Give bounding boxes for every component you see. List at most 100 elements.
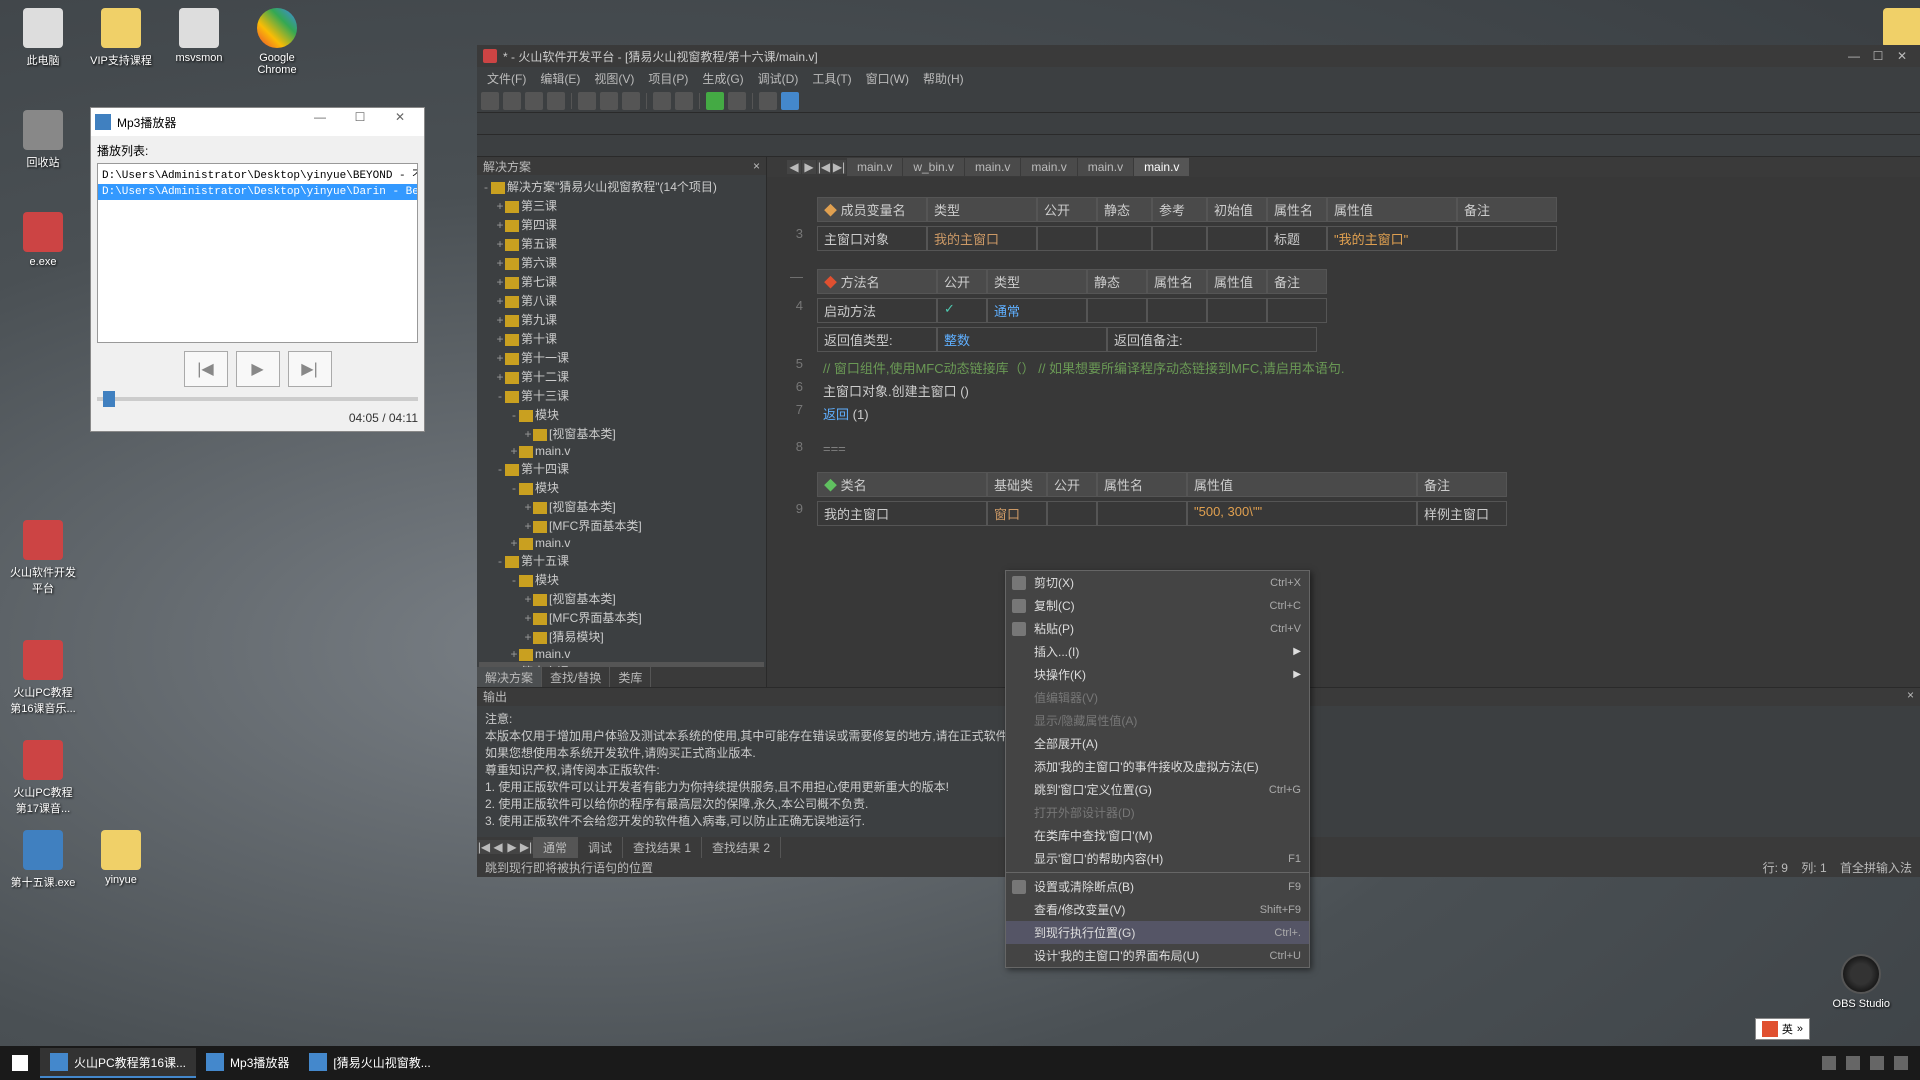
tree-item[interactable]: +[视窗基本类]	[479, 497, 764, 516]
open-file-icon[interactable]	[503, 92, 521, 110]
menu-item[interactable]: 视图(V)	[588, 68, 640, 89]
playlist-item[interactable]: D:\Users\Administrator\Desktop\yinyue\BE…	[98, 164, 417, 184]
slider-thumb[interactable]	[103, 391, 115, 407]
tree-item[interactable]: -模块	[479, 405, 764, 424]
build-icon[interactable]	[728, 92, 746, 110]
tab-nav-last[interactable]: ▶|	[832, 160, 846, 174]
editor-tab[interactable]: main.v	[1134, 158, 1189, 176]
output-tab-find2[interactable]: 查找结果 2	[702, 837, 781, 858]
copy-icon[interactable]	[600, 92, 618, 110]
context-menu-item[interactable]: 插入...(I)▶	[1006, 640, 1309, 663]
tree-item[interactable]: +第十一课	[479, 348, 764, 367]
taskbar-item[interactable]: 火山PC教程第16课...	[40, 1048, 196, 1078]
context-menu-item[interactable]: 查看/修改变量(V)Shift+F9	[1006, 898, 1309, 921]
tab-nav-first[interactable]: |◀	[817, 160, 831, 174]
output-close-icon[interactable]: ×	[1907, 688, 1914, 706]
desktop-icon[interactable]: e.exe	[8, 212, 78, 268]
redo-icon[interactable]	[675, 92, 693, 110]
tree-item[interactable]: +第四课	[479, 215, 764, 234]
taskbar-item[interactable]: [猜易火山视窗教...	[299, 1048, 440, 1078]
menu-item[interactable]: 项目(P)	[642, 68, 694, 89]
context-menu-item[interactable]: 添加'我的主窗口'的事件接收及虚拟方法(E)	[1006, 755, 1309, 778]
tree-item[interactable]: +[视窗基本类]	[479, 589, 764, 608]
tree-item[interactable]: +main.v	[479, 535, 764, 551]
tree-item[interactable]: +第九课	[479, 310, 764, 329]
editor-tab[interactable]: main.v	[1021, 158, 1076, 176]
tab-class-library[interactable]: 类库	[610, 667, 651, 687]
next-button[interactable]: ▶|	[288, 351, 332, 387]
maximize-button[interactable]: ☐	[340, 110, 380, 134]
start-button[interactable]	[0, 1046, 40, 1080]
output-tab-normal[interactable]: 通常	[533, 837, 578, 858]
editor-tab[interactable]: main.v	[965, 158, 1020, 176]
tree-item[interactable]: +[MFC界面基本类]	[479, 608, 764, 627]
tree-item[interactable]: +[猜易模块]	[479, 627, 764, 646]
context-menu-item[interactable]: 粘贴(P)Ctrl+V	[1006, 617, 1309, 640]
minimize-button[interactable]: —	[300, 110, 340, 134]
tree-item[interactable]: -模块	[479, 478, 764, 497]
tab-nav-right[interactable]: ▶	[802, 160, 816, 174]
menu-item[interactable]: 窗口(W)	[860, 68, 915, 89]
menu-item[interactable]: 生成(G)	[696, 68, 749, 89]
tree-item[interactable]: +main.v	[479, 443, 764, 459]
context-menu-item[interactable]: 复制(C)Ctrl+C	[1006, 594, 1309, 617]
desktop-icon[interactable]: yinyue	[86, 830, 156, 886]
menu-item[interactable]: 编辑(E)	[534, 68, 586, 89]
context-menu-item[interactable]: 全部展开(A)	[1006, 732, 1309, 755]
playlist-item-selected[interactable]: D:\Users\Administrator\Desktop\yinyue\Da…	[98, 184, 417, 200]
prev-button[interactable]: |◀	[184, 351, 228, 387]
desktop-icon[interactable]: 回收站	[8, 110, 78, 170]
undo-icon[interactable]	[653, 92, 671, 110]
out-nav[interactable]: |◀	[477, 840, 491, 854]
menu-item[interactable]: 文件(F)	[481, 68, 532, 89]
output-tab-debug[interactable]: 调试	[578, 837, 623, 858]
close-button[interactable]: ✕	[380, 110, 420, 134]
paste-icon[interactable]	[622, 92, 640, 110]
help-icon[interactable]	[781, 92, 799, 110]
tree-item[interactable]: -第十五课	[479, 551, 764, 570]
desktop-icon[interactable]: 此电脑	[8, 8, 78, 68]
output-tab-find1[interactable]: 查找结果 1	[623, 837, 702, 858]
context-menu-item[interactable]: 在类库中查找'窗口'(M)	[1006, 824, 1309, 847]
desktop-icon[interactable]: VIP支持课程	[86, 8, 156, 68]
tree-item[interactable]: -第十四课	[479, 459, 764, 478]
tree-item[interactable]: -第十三课	[479, 386, 764, 405]
tree-item[interactable]: +[视窗基本类]	[479, 424, 764, 443]
run-icon[interactable]	[706, 92, 724, 110]
cut-icon[interactable]	[578, 92, 596, 110]
desktop-icon[interactable]: 火山PC教程第17课音...	[8, 740, 78, 816]
tree-item[interactable]: +第八课	[479, 291, 764, 310]
playlist[interactable]: D:\Users\Administrator\Desktop\yinyue\BE…	[97, 163, 418, 343]
tree-item[interactable]: +第三课	[479, 196, 764, 215]
editor-tab[interactable]: main.v	[847, 158, 902, 176]
out-nav[interactable]: ▶|	[519, 840, 533, 854]
tree-item[interactable]: -模块	[479, 570, 764, 589]
ide-maximize[interactable]: ☐	[1866, 49, 1890, 63]
code-editor[interactable]: ◆ 成员变量名 类型 公开 静态 参考 初始值 属性名 属性值 备注 3 主窗口…	[767, 177, 1920, 687]
tray-ime-icon[interactable]	[1894, 1056, 1908, 1070]
tree-item[interactable]: +第五课	[479, 234, 764, 253]
context-menu-item[interactable]: 到现行执行位置(G)Ctrl+.	[1006, 921, 1309, 944]
taskbar-item[interactable]: Mp3播放器	[196, 1048, 299, 1078]
tree-item[interactable]: +第十二课	[479, 367, 764, 386]
context-menu-item[interactable]: 设置或清除断点(B)F9	[1006, 875, 1309, 898]
tree-item[interactable]: +[MFC界面基本类]	[479, 516, 764, 535]
desktop-icon[interactable]: msvsmon	[164, 8, 234, 64]
tray-network-icon[interactable]	[1846, 1056, 1860, 1070]
obs-studio-shortcut[interactable]: OBS Studio	[1833, 954, 1890, 1010]
menu-item[interactable]: 帮助(H)	[917, 68, 970, 89]
desktop-icon[interactable]: Google Chrome	[242, 8, 312, 76]
ime-indicator[interactable]: 英 »	[1755, 1018, 1810, 1040]
menu-item[interactable]: 调试(D)	[752, 68, 805, 89]
context-menu-item[interactable]: 显示'窗口'的帮助内容(H)F1	[1006, 847, 1309, 870]
tree-close-icon[interactable]: ×	[753, 159, 760, 173]
context-menu-item[interactable]: 剪切(X)Ctrl+X	[1006, 571, 1309, 594]
out-nav[interactable]: ◀	[491, 840, 505, 854]
tab-solution[interactable]: 解决方案	[477, 667, 542, 687]
desktop-icon[interactable]: 火山PC教程第16课音乐...	[8, 640, 78, 716]
progress-slider[interactable]	[97, 397, 418, 401]
ide-titlebar[interactable]: * - 火山软件开发平台 - [猜易火山视窗教程/第十六课/main.v] — …	[477, 45, 1920, 67]
tray-icon[interactable]	[1822, 1056, 1836, 1070]
editor-tab[interactable]: w_bin.v	[903, 158, 964, 176]
tree-item[interactable]: +第十课	[479, 329, 764, 348]
